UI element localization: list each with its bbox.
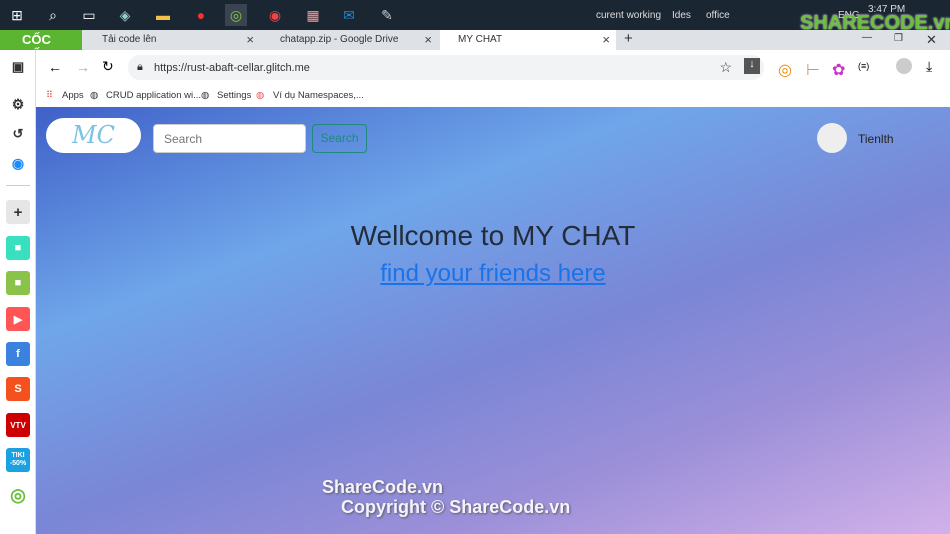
new-tab-button[interactable]: + [620, 30, 637, 50]
globe-icon: ◍ [201, 90, 210, 101]
record-icon[interactable]: ● [190, 4, 212, 26]
paint-icon[interactable]: ✎ [376, 4, 398, 26]
app-logo[interactable]: MC [46, 118, 141, 153]
minimize-button[interactable]: — [862, 30, 872, 50]
bookmark-namespaces[interactable]: Ví dụ Namespaces,... [273, 90, 364, 101]
bookmark-settings[interactable]: Settings [217, 90, 251, 101]
close-icon[interactable]: × [602, 32, 610, 47]
gear-icon[interactable]: ⚙ [6, 92, 30, 116]
reload-icon[interactable]: ↻ [102, 58, 114, 75]
chat-page: MC Search Tienlth Wellcome to MY CHAT fi… [36, 107, 950, 534]
browser-sidebar: ▣ ⚙ ↺ ◉ + ■ ■ ▶ f S VTV TIKI -50% ◎ [0, 50, 36, 534]
color-picker-icon[interactable]: ✿ [832, 60, 845, 80]
profile-icon[interactable] [896, 58, 912, 74]
bookmarks-bar: ⠿ Apps ◍ CRUD application wi... ◍ Settin… [36, 84, 950, 106]
globe-icon: ◍ [90, 90, 99, 101]
watermark-text: Copyright © ShareCode.vn [341, 497, 571, 517]
app-icon[interactable]: ■ [6, 236, 30, 260]
code-icon: ◍ [256, 90, 265, 101]
taskbar: ⊞ ⌕ ▭ ◈ ▬ ● ◎ ◉ ▦ ✉ ✎ curent working Ide… [0, 0, 950, 34]
coccoc-brand[interactable]: CỐC CỐC [0, 30, 82, 62]
bookmark-crud[interactable]: CRUD application wi... [106, 90, 201, 101]
tab-my-chat[interactable]: MY CHAT × [440, 30, 616, 50]
extension-icon[interactable]: ⊢ [806, 60, 820, 80]
windows-start-icon[interactable]: ⊞ [6, 4, 28, 26]
download-icon[interactable]: ↓ [744, 58, 760, 74]
shopee-icon[interactable]: S [6, 377, 30, 401]
search-input[interactable] [153, 124, 306, 153]
watermark-text: ShareCode.vn [322, 477, 444, 497]
forward-icon[interactable]: → [76, 59, 90, 75]
vtv-go-icon[interactable]: VTV [6, 413, 30, 437]
lock-icon: 🔒︎ [137, 61, 143, 73]
url-text: https://rust-abaft-cellar.glitch.me [154, 62, 310, 74]
username[interactable]: Tienlth [858, 132, 894, 146]
tab-drive[interactable]: chatapp.zip - Google Drive × [262, 30, 438, 50]
app-icon[interactable]: ■ [6, 271, 30, 295]
address-bar: ← → ↻ 🔒︎ https://rust-abaft-cellar.glitch… [36, 50, 950, 84]
restore-button[interactable]: ❐ [894, 30, 903, 50]
virtualbox-icon[interactable]: ◈ [114, 4, 136, 26]
tab-label: chatapp.zip - Google Drive [280, 34, 399, 45]
tab-label: Tải code lên [102, 34, 157, 45]
sidebar-toggle-icon[interactable]: ▣ [6, 55, 30, 79]
youtube-icon[interactable]: ▶ [6, 307, 30, 331]
toolbar-group[interactable]: Ides [672, 10, 691, 21]
coccoc-icon[interactable]: ◎ [6, 483, 30, 507]
file-explorer-icon[interactable]: ▬ [152, 4, 174, 26]
search-button[interactable]: Search [312, 124, 367, 153]
divider [6, 185, 30, 186]
coccoc-taskbar-icon[interactable]: ◎ [225, 4, 247, 26]
tab-label: MY CHAT [458, 34, 503, 45]
tab-upload[interactable]: Tải code lên × [84, 30, 260, 50]
welcome-heading: Wellcome to MY CHAT [350, 220, 636, 251]
bookmark-apps[interactable]: Apps [62, 90, 84, 101]
extension-icon[interactable]: (≡) [858, 61, 869, 71]
tiki-icon[interactable]: TIKI -50% [6, 448, 30, 472]
facebook-icon[interactable]: f [6, 342, 30, 366]
toolbar-group[interactable]: office [706, 10, 730, 21]
downloads-icon[interactable]: ⤓ [926, 58, 932, 75]
messenger-icon[interactable]: ◉ [6, 151, 30, 175]
close-icon[interactable]: × [246, 32, 254, 47]
history-icon[interactable]: ↺ [6, 122, 30, 146]
tab-bar: CỐC CỐC Tải code lên × chatapp.zip - Goog… [0, 30, 950, 62]
close-window-button[interactable]: ✕ [926, 30, 937, 50]
app-icon[interactable]: ▦ [302, 4, 324, 26]
url-input[interactable]: 🔒︎ https://rust-abaft-cellar.glitch.me ☆ ↓ [128, 55, 764, 80]
avatar[interactable] [817, 123, 847, 153]
chrome-icon[interactable]: ◉ [264, 4, 286, 26]
search-icon[interactable]: ⌕ [42, 4, 64, 26]
toolbar-group[interactable]: curent working [596, 10, 661, 21]
apps-icon: ⠿ [46, 90, 53, 101]
extension-icon[interactable]: ◎ [778, 60, 792, 80]
star-icon[interactable]: ☆ [719, 59, 732, 76]
task-view-icon[interactable]: ▭ [78, 4, 100, 26]
outlook-icon[interactable]: ✉ [338, 4, 360, 26]
find-friends-link[interactable]: find your friends here [36, 260, 950, 288]
back-icon[interactable]: ← [48, 59, 62, 75]
add-icon[interactable]: + [6, 200, 30, 224]
close-icon[interactable]: × [424, 32, 432, 47]
